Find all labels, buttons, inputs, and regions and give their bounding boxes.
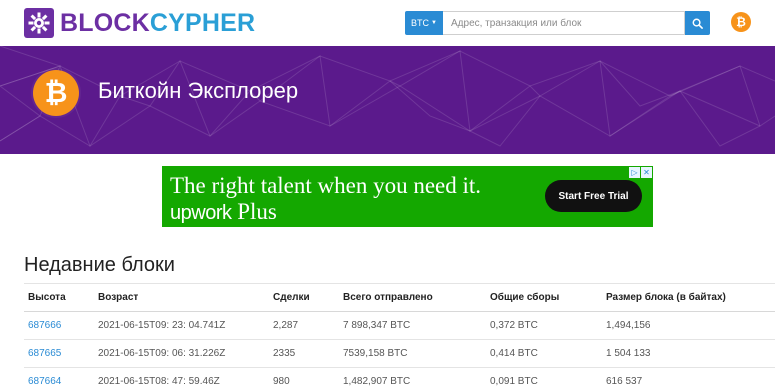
ad-headline: The right talent when you need it.: [170, 173, 482, 198]
logo-text-block: BLOCK: [60, 8, 150, 37]
block-height-link[interactable]: 687666: [28, 320, 61, 331]
logo-text: BLOCKCYPHER: [60, 9, 255, 38]
block-size-cell: 1 504 133: [602, 339, 775, 368]
table-row: 687665 2021-06-15T09: 06: 31.226Z 2335 7…: [24, 339, 775, 368]
total-fees-cell: 0,414 BTC: [486, 339, 602, 368]
transactions-cell: 2335: [269, 339, 339, 368]
transactions-cell: 2,287: [269, 311, 339, 340]
block-height-link[interactable]: 687664: [28, 376, 61, 387]
block-height-cell: 687664: [24, 367, 94, 390]
column-header: Размер блока (в байтах): [602, 283, 775, 312]
top-navbar: BLOCKCYPHER BTC ▼ ₿: [0, 0, 775, 46]
caret-down-icon: ▼: [431, 20, 437, 26]
block-age-cell: 2021-06-15T09: 23: 04.741Z: [94, 311, 269, 340]
ad-info-icon[interactable]: ▷: [629, 167, 640, 178]
total-sent-cell: 7 898,347 BTC: [339, 311, 486, 340]
hero-banner: ₿ Биткойн Эксплорер: [0, 46, 775, 154]
block-height-cell: 687665: [24, 339, 94, 368]
gear-logo-icon: [24, 8, 54, 38]
logo-text-cypher: CYPHER: [149, 8, 256, 37]
bitcoin-icon[interactable]: ₿: [731, 12, 751, 32]
column-header: Общие сборы: [486, 283, 602, 312]
block-size-cell: 616 537: [602, 367, 775, 390]
total-fees-cell: 0,372 BTC: [486, 311, 602, 340]
recent-blocks-title: Недавние блоки: [24, 254, 175, 276]
search-icon: [692, 18, 703, 29]
table-row: 687666 2021-06-15T09: 23: 04.741Z 2,287 …: [24, 311, 775, 340]
ad-brand-suffix: Plus: [237, 199, 277, 224]
block-height-cell: 687666: [24, 311, 94, 340]
bitcoin-icon: ₿: [33, 70, 79, 116]
block-height-link[interactable]: 687665: [28, 348, 61, 359]
search-bar: BTC ▼: [405, 11, 710, 35]
coin-selector-dropdown[interactable]: BTC ▼: [405, 11, 443, 35]
column-header: Высота: [24, 283, 94, 312]
column-header: Возраст: [94, 283, 269, 312]
coin-selector-label: BTC: [411, 18, 430, 28]
table-row: 687664 2021-06-15T08: 47: 59.46Z 980 1,4…: [24, 367, 775, 390]
total-sent-cell: 7539,158 BTC: [339, 339, 486, 368]
table-header-row: Высота Возраст Сделки Всего отправлено О…: [24, 283, 775, 312]
ad-close-icon[interactable]: ✕: [641, 167, 652, 178]
ad-controls: ▷ ✕: [629, 167, 652, 178]
ad-brand: upwork Plus: [170, 199, 277, 225]
total-sent-cell: 1,482,907 BTC: [339, 367, 486, 390]
advertisement-banner[interactable]: The right talent when you need it. upwor…: [162, 166, 653, 227]
column-header: Всего отправлено: [339, 283, 486, 312]
block-age-cell: 2021-06-15T09: 06: 31.226Z: [94, 339, 269, 368]
recent-blocks-table: Высота Возраст Сделки Всего отправлено О…: [24, 283, 775, 390]
column-header: Сделки: [269, 283, 339, 312]
upwork-logo: upwork: [170, 202, 232, 224]
blockcypher-logo[interactable]: BLOCKCYPHER: [24, 8, 255, 38]
block-size-cell: 1,494,156: [602, 311, 775, 340]
search-button[interactable]: [685, 11, 710, 35]
block-age-cell: 2021-06-15T08: 47: 59.46Z: [94, 367, 269, 390]
search-input[interactable]: [443, 11, 685, 35]
start-free-trial-button[interactable]: Start Free Trial: [545, 180, 642, 212]
transactions-cell: 980: [269, 367, 339, 390]
page-title: Биткойн Эксплорер: [98, 78, 299, 103]
total-fees-cell: 0,091 BTC: [486, 367, 602, 390]
